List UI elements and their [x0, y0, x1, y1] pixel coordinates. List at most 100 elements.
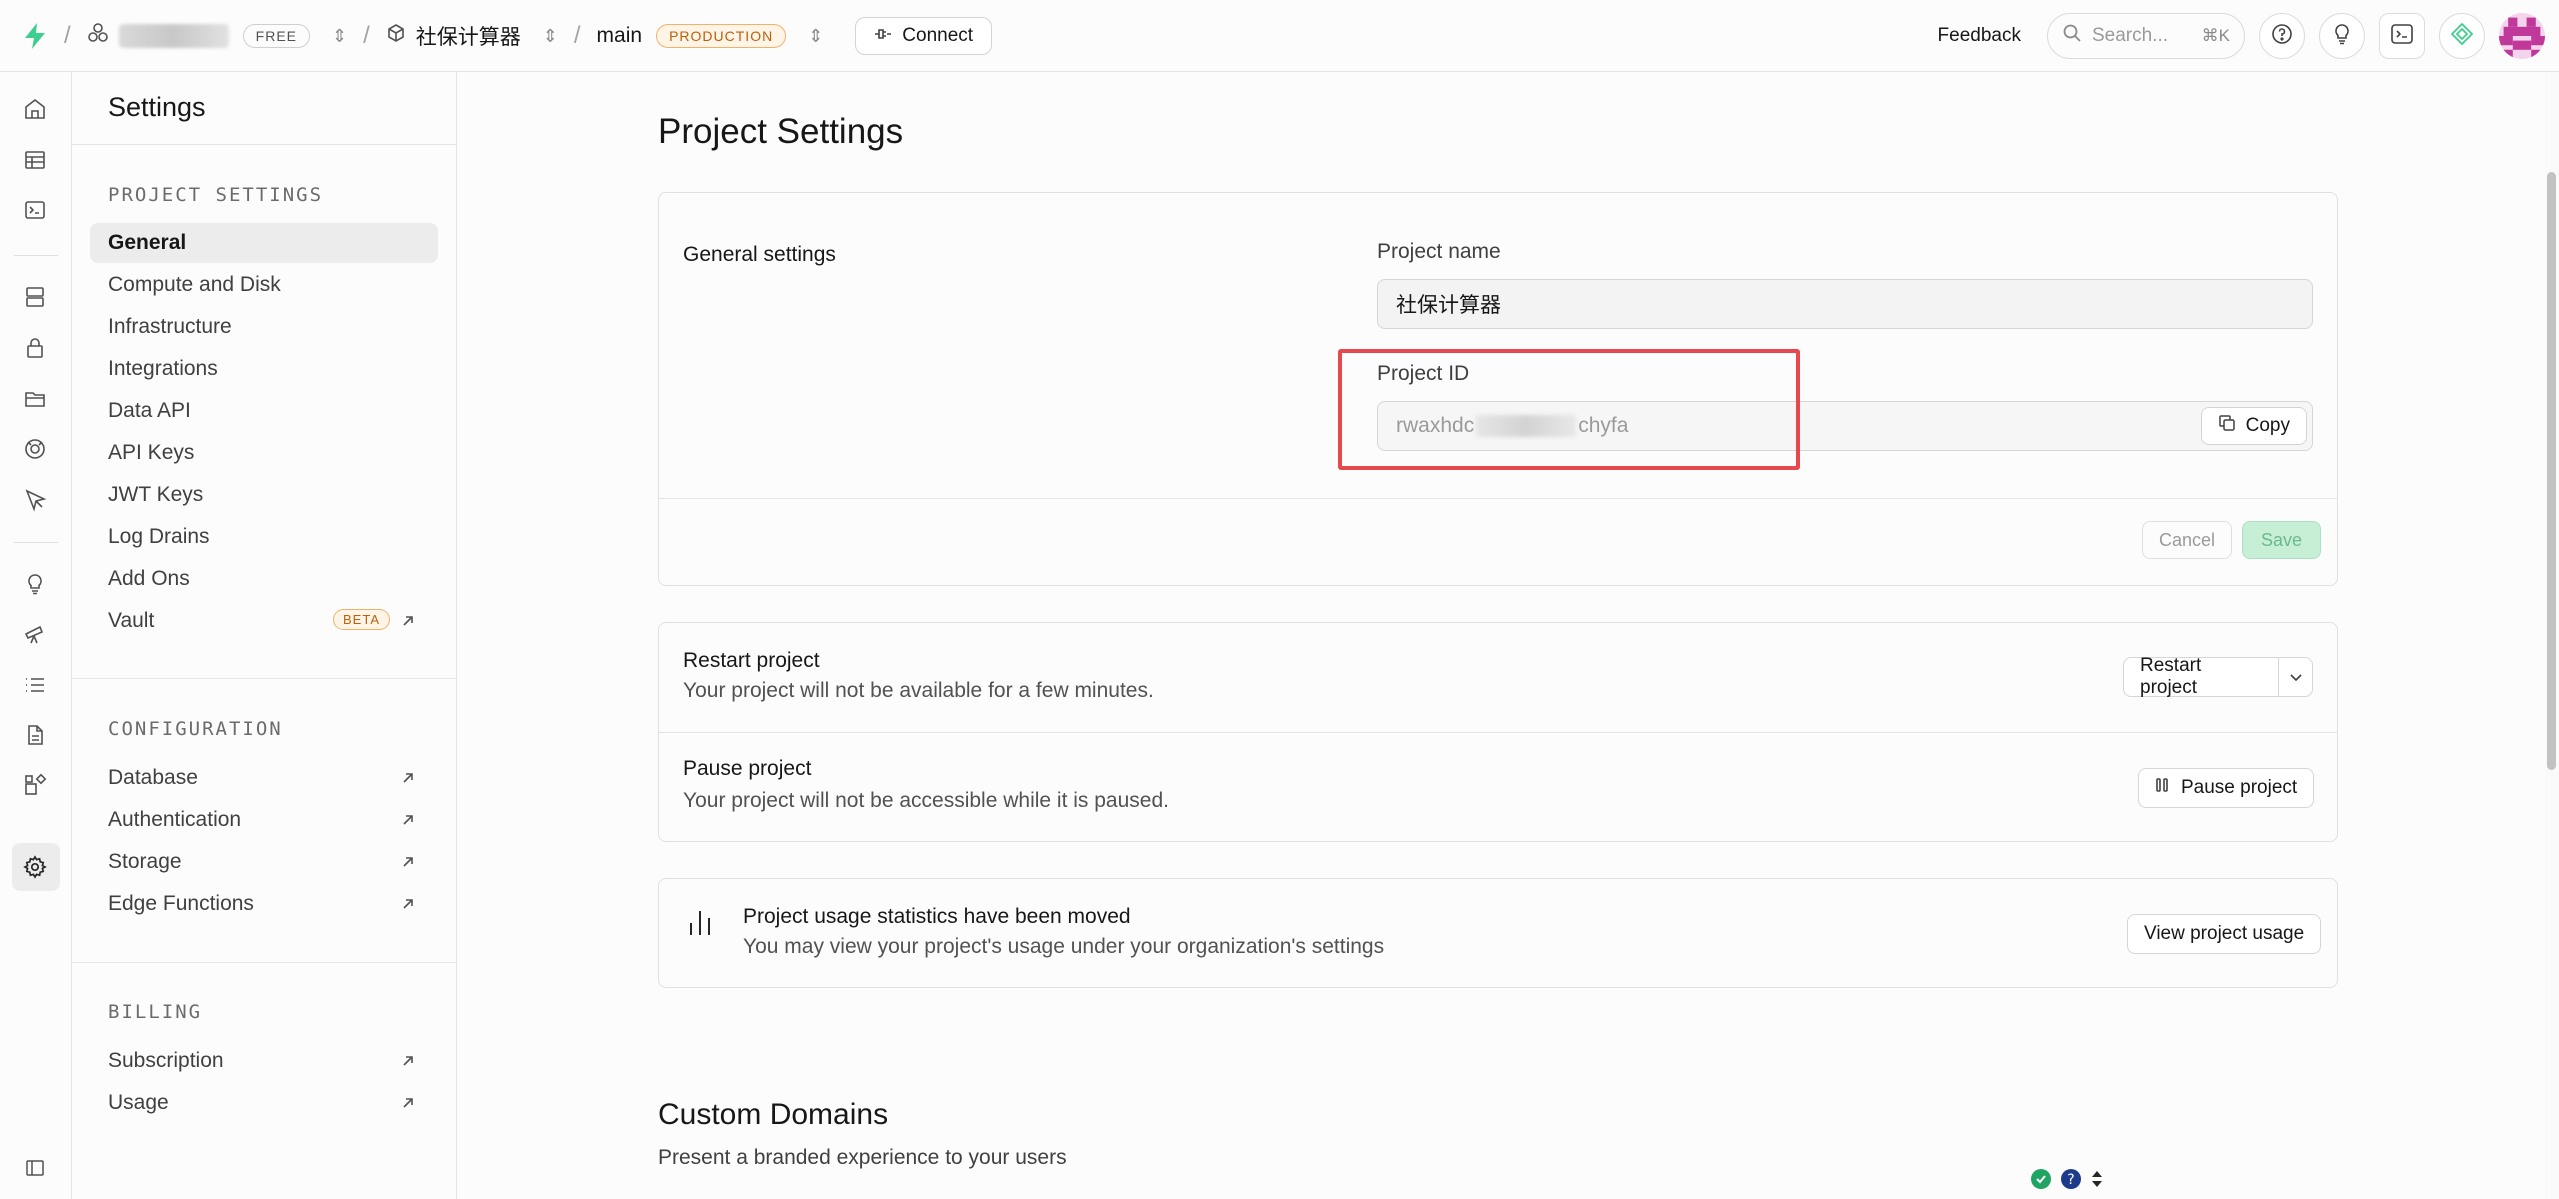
rail-divider: [14, 255, 58, 256]
sidebar-item-subscription[interactable]: Subscription: [90, 1041, 438, 1081]
pause-project-button[interactable]: Pause project: [2138, 768, 2315, 808]
usage-moved-desc: You may view your project's usage under …: [743, 935, 1385, 958]
sidebar-item-label: General: [108, 231, 187, 254]
sidebar-item-compute-and-disk[interactable]: Compute and Disk: [90, 265, 438, 305]
rail-divider: [14, 542, 58, 543]
section-heading-configuration: CONFIGURATION: [108, 718, 283, 740]
page-scrollbar[interactable]: [2545, 72, 2559, 1199]
branch-switcher[interactable]: main PRODUCTION ⇕: [597, 23, 823, 48]
project-switcher[interactable]: 社保计算器 ⇕: [386, 21, 558, 51]
avatar[interactable]: [2499, 13, 2545, 59]
usage-moved-card: Project usage statistics have been moved…: [658, 878, 2338, 988]
terminal-button[interactable]: [2379, 13, 2425, 59]
custom-domains-desc: Present a branded experience to your use…: [658, 1146, 1067, 1169]
sidebar-item-usage[interactable]: Usage: [90, 1083, 438, 1123]
realtime-icon[interactable]: [20, 434, 50, 464]
sidebar-item-general[interactable]: General: [90, 223, 438, 263]
telescope-icon[interactable]: [20, 619, 50, 649]
sidebar-item-database[interactable]: Database: [90, 758, 438, 798]
restart-project-title: Restart project: [683, 649, 820, 672]
view-project-usage-label: View project usage: [2144, 923, 2305, 944]
sidebar-item-storage[interactable]: Storage: [90, 842, 438, 882]
sidebar-item-edge-functions[interactable]: Edge Functions: [90, 884, 438, 924]
general-settings-label: General settings: [683, 243, 836, 266]
connect-label: Connect: [902, 24, 974, 46]
top-bar: / FREE ⇕ / 社保计算器 ⇕ / main PRODUCTION ⇕ C…: [0, 0, 2559, 72]
external-link-icon: [400, 1051, 416, 1075]
sql-editor-icon[interactable]: [20, 195, 50, 225]
advisor-button[interactable]: [2439, 13, 2485, 59]
chevrons-updown-icon[interactable]: ⇕: [808, 27, 823, 45]
chevron-down-icon[interactable]: [2278, 658, 2312, 696]
connect-button[interactable]: Connect: [855, 16, 993, 55]
restart-project-label: Restart project: [2140, 655, 2202, 698]
sidebar-item-label: Add Ons: [108, 567, 190, 590]
bar-chart-icon: [687, 907, 713, 942]
settings-gear-icon[interactable]: [20, 852, 50, 882]
sidebar-divider: [72, 962, 457, 963]
project-name-value: 社保计算器: [1396, 294, 1501, 317]
highlight-annotation-box: [1338, 349, 1800, 470]
sidebar-item-data-api[interactable]: Data API: [90, 391, 438, 431]
project-name-field[interactable]: 社保计算器: [1377, 279, 2313, 329]
edge-functions-icon[interactable]: [20, 485, 50, 515]
pause-icon: [2155, 777, 2169, 799]
help-extension-icon[interactable]: ?: [2060, 1168, 2082, 1195]
copy-button[interactable]: Copy: [2200, 407, 2307, 445]
search-input[interactable]: Search... ⌘K: [2047, 13, 2245, 59]
chevrons-updown-icon[interactable]: ⇕: [332, 27, 347, 45]
api-docs-icon[interactable]: [20, 720, 50, 750]
advisors-lightbulb-icon[interactable]: [20, 569, 50, 599]
external-link-icon: [400, 810, 416, 834]
card-divider: [659, 498, 2337, 499]
storage-icon[interactable]: [20, 384, 50, 414]
home-icon[interactable]: [20, 94, 50, 124]
help-button[interactable]: [2259, 13, 2305, 59]
table-editor-icon[interactable]: [20, 145, 50, 175]
view-project-usage-button[interactable]: View project usage: [2127, 914, 2322, 954]
plan-badge: FREE: [242, 23, 311, 48]
authentication-icon[interactable]: [20, 333, 50, 363]
save-button[interactable]: Save: [2242, 521, 2322, 559]
breadcrumb-separator: /: [573, 21, 581, 49]
sidebar-item-vault[interactable]: Vault BETA: [90, 601, 438, 641]
help-icon: [2271, 23, 2293, 50]
green-extension-icon[interactable]: [2030, 1168, 2052, 1195]
org-icon: [87, 22, 109, 49]
sidebar-item-integrations[interactable]: Integrations: [90, 349, 438, 389]
sidebar-item-log-drains[interactable]: Log Drains: [90, 517, 438, 557]
tips-button[interactable]: [2319, 13, 2365, 59]
sidebar-item-infrastructure[interactable]: Infrastructure: [90, 307, 438, 347]
supabase-logo-icon[interactable]: [22, 22, 48, 50]
search-shortcut: ⌘K: [2201, 26, 2230, 45]
restart-project-button[interactable]: Restart project: [2123, 655, 2313, 698]
section-heading-project-settings: PROJECT SETTINGS: [108, 184, 324, 206]
sidebar-item-label: Subscription: [108, 1049, 224, 1072]
sidebar-item-add-ons[interactable]: Add Ons: [90, 559, 438, 599]
collapse-sidebar-icon[interactable]: [20, 1153, 50, 1183]
sidebar-item-label: Vault: [108, 609, 155, 632]
scrollbar-thumb[interactable]: [2547, 172, 2556, 770]
sidebar-item-label: Edge Functions: [108, 892, 254, 915]
breadcrumb-separator: /: [64, 21, 71, 49]
sidebar-item-api-keys[interactable]: API Keys: [90, 433, 438, 473]
sidebar-item-authentication[interactable]: Authentication: [90, 800, 438, 840]
sidebar-item-jwt-keys[interactable]: JWT Keys: [90, 475, 438, 515]
project-box-icon: [386, 23, 406, 48]
sidebar-item-label: Infrastructure: [108, 315, 232, 338]
pause-project-label: Pause project: [2181, 777, 2298, 798]
sidebar-item-label: Usage: [108, 1091, 169, 1114]
external-link-icon: [400, 1093, 416, 1117]
feedback-button[interactable]: Feedback: [1938, 25, 2021, 47]
chevrons-updown-icon[interactable]: ⇕: [543, 27, 558, 45]
production-badge: PRODUCTION: [656, 23, 787, 48]
sidebar-item-label: Storage: [108, 850, 182, 873]
database-icon[interactable]: [20, 282, 50, 312]
cancel-button[interactable]: Cancel: [2142, 521, 2233, 559]
external-link-icon: [400, 611, 416, 635]
settings-sidebar: Settings PROJECT SETTINGS General Comput…: [72, 72, 457, 1199]
integrations-icon[interactable]: [20, 770, 50, 800]
updown-extension-icon[interactable]: [2090, 1168, 2104, 1195]
org-switcher[interactable]: FREE ⇕: [87, 22, 347, 49]
logs-list-icon[interactable]: [20, 670, 50, 700]
